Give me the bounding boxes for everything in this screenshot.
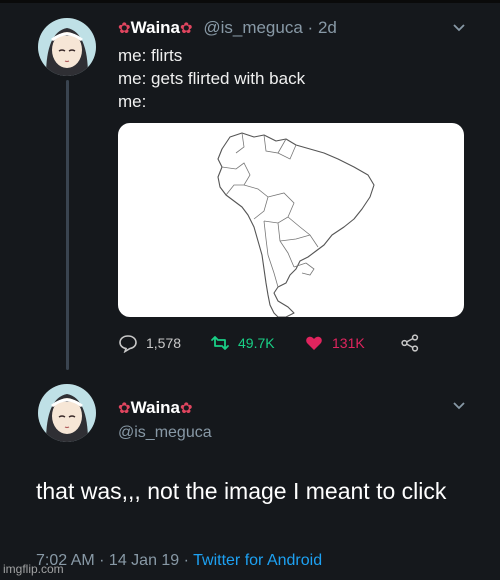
watermark: imgflip.com (3, 562, 64, 576)
user-handle[interactable]: @is_meguca (203, 18, 302, 37)
user-handle[interactable]: @is_meguca (118, 424, 212, 442)
tweet-time[interactable]: 2d (318, 18, 337, 37)
retweet-icon (210, 333, 230, 353)
reply-icon (118, 333, 138, 354)
like-count: 131K (332, 335, 365, 351)
reply-button[interactable]: 1,578 (118, 333, 182, 354)
retweet-button[interactable]: 49.7K (210, 333, 275, 353)
tweet-header: ✿Waina✿ (118, 398, 193, 418)
top-border (0, 0, 500, 3)
anime-avatar-icon (38, 384, 96, 442)
tweet-thread: ✿Waina✿ @is_meguca · 2d me: flirts me: g… (0, 0, 500, 580)
avatar[interactable] (38, 18, 96, 76)
reply-count: 1,578 (146, 335, 182, 351)
tweet-line: me: gets flirted with back (118, 69, 306, 88)
like-button[interactable]: 131K (304, 333, 365, 353)
flower-emoji-icon: ✿ (180, 400, 193, 417)
display-name[interactable]: Waina (131, 398, 180, 417)
tweet-client-link[interactable]: Twitter for Android (193, 552, 322, 569)
anime-avatar-icon (38, 18, 96, 76)
tweet-metadata: 7:02 AM · 14 Jan 19 · Twitter for Androi… (36, 552, 322, 570)
flower-emoji-icon: ✿ (180, 20, 193, 37)
flower-emoji-icon: ✿ (118, 20, 131, 37)
tweet-line: me: (118, 92, 147, 111)
chevron-down-icon[interactable] (452, 398, 466, 412)
display-name[interactable]: Waina (131, 18, 180, 37)
heart-icon (304, 333, 324, 353)
tweet-time-separator: · (307, 18, 314, 37)
retweet-count: 49.7K (238, 335, 275, 351)
thread-connector-line (66, 80, 69, 370)
flower-emoji-icon: ✿ (118, 400, 131, 417)
share-icon (400, 333, 420, 353)
avatar[interactable] (38, 384, 96, 442)
tweet-line: me: flirts (118, 46, 183, 65)
south-america-map-icon (217, 132, 375, 317)
tweet-text: that was,,, not the image I meant to cli… (36, 478, 447, 504)
tweet-text: me: flirts me: gets flirted with back me… (118, 44, 305, 113)
share-button[interactable] (400, 333, 428, 353)
chevron-down-icon[interactable] (452, 20, 466, 34)
tweet-media[interactable] (118, 123, 464, 317)
tweet-header: ✿Waina✿ @is_meguca · 2d (118, 18, 337, 38)
